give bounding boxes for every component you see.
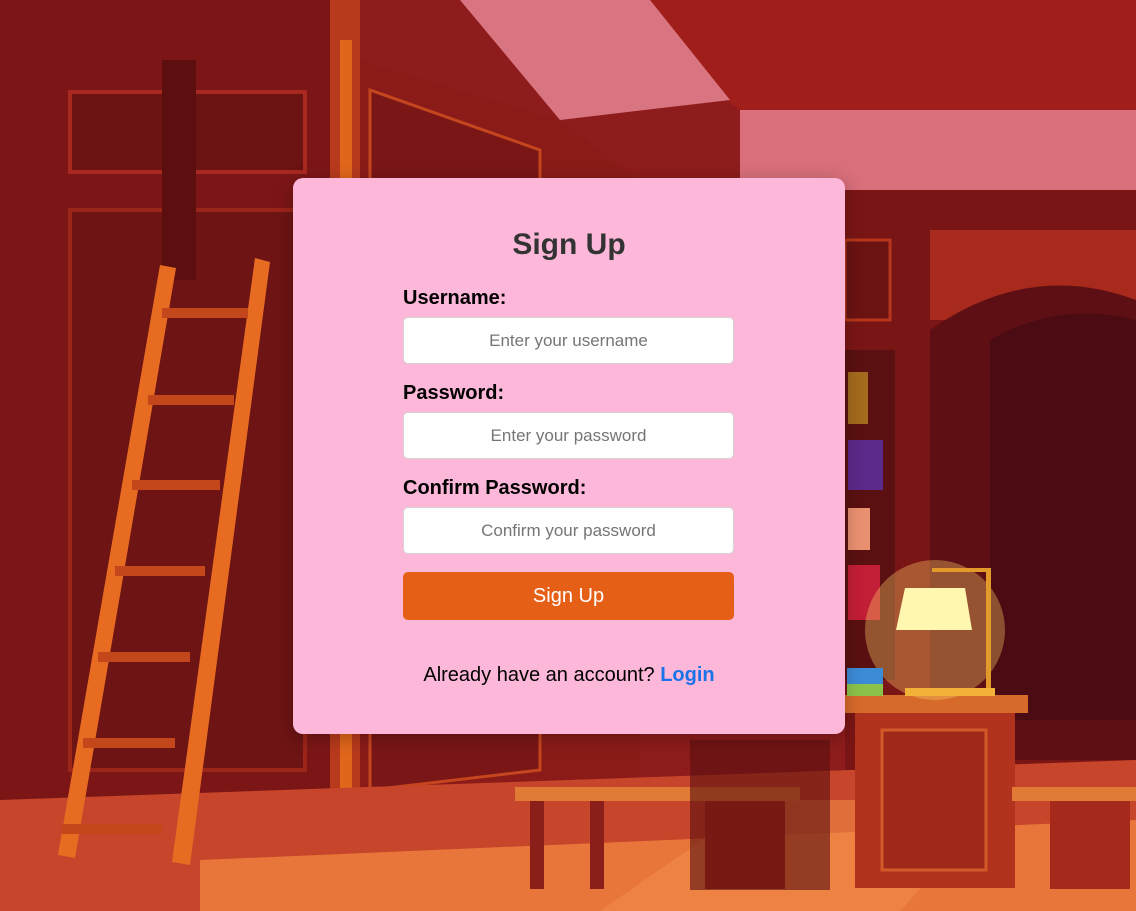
password-label: Password: [403, 382, 505, 404]
username-input[interactable] [403, 317, 734, 364]
confirm-password-input[interactable] [403, 507, 734, 554]
signup-card: Sign Up Username: Password: Confirm Pass… [293, 178, 845, 734]
login-prompt-text: Already have an account? [423, 664, 655, 686]
login-prompt: Already have an account? Login [293, 663, 845, 687]
password-input[interactable] [403, 412, 734, 459]
login-link[interactable]: Login [660, 664, 714, 686]
confirm-password-label: Confirm Password: [403, 477, 587, 499]
signup-title: Sign Up [512, 228, 626, 261]
username-label: Username: [403, 287, 507, 309]
signup-button[interactable]: Sign Up [403, 572, 734, 620]
